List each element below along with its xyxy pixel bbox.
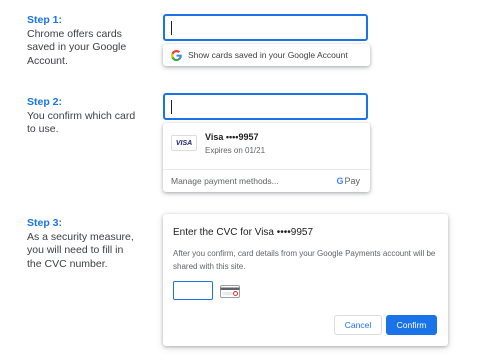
cancel-button[interactable]: Cancel [334,315,382,335]
step-3-title: Step 3: [27,217,63,229]
step-1-description: Step 1: Chrome offers cards saved in you… [27,14,139,68]
dialog-body: After you confirm, card details from you… [173,249,436,271]
cvc-input[interactable] [173,281,213,300]
show-saved-cards-item[interactable]: Show cards saved in your Google Account [163,44,370,66]
visa-card-icon: VISA [171,135,197,151]
cvc-dialog: Enter the CVC for Visa ••••9957 After yo… [163,214,448,346]
card-number-input-step2[interactable] [163,93,368,120]
step-3-text: As a security measure, you will need to … [27,230,134,270]
autofill-suggestion-dropdown: Show cards saved in your Google Account [163,44,370,66]
cvc-card-back-icon [220,285,240,298]
dialog-title: Enter the CVC for Visa ••••9957 [173,227,313,238]
manage-payment-methods-link[interactable]: Manage payment methods... [171,176,279,186]
card-selection-dropdown: VISA Visa ••••9957 Expires on 01/21 Mana… [163,123,370,192]
step-1-title: Step 1: [27,14,63,26]
google-g-icon [171,49,182,61]
card-number-input-step1[interactable] [163,14,368,41]
text-caret [171,21,172,35]
step-2-text: You confirm which card to use. [27,109,136,136]
text-caret [171,100,172,114]
google-pay-icon: G Pay [336,176,360,186]
confirm-button[interactable]: Confirm [386,315,437,335]
step-2-title: Step 2: [27,96,63,108]
gpay-pay-text: Pay [344,176,360,186]
card-expiry: Expires on 01/21 [205,146,266,155]
step-1-text: Chrome offers cards saved in your Google… [27,27,127,67]
suggestion-label: Show cards saved in your Google Account [188,50,348,60]
step-3-description: Step 3: As a security measure, you will … [27,217,139,271]
gpay-g-letter: G [336,176,344,186]
card-name: Visa ••••9957 [205,132,259,142]
saved-card-item[interactable]: VISA Visa ••••9957 Expires on 01/21 [163,123,370,159]
step-2-description: Step 2: You confirm which card to use. [27,96,139,137]
